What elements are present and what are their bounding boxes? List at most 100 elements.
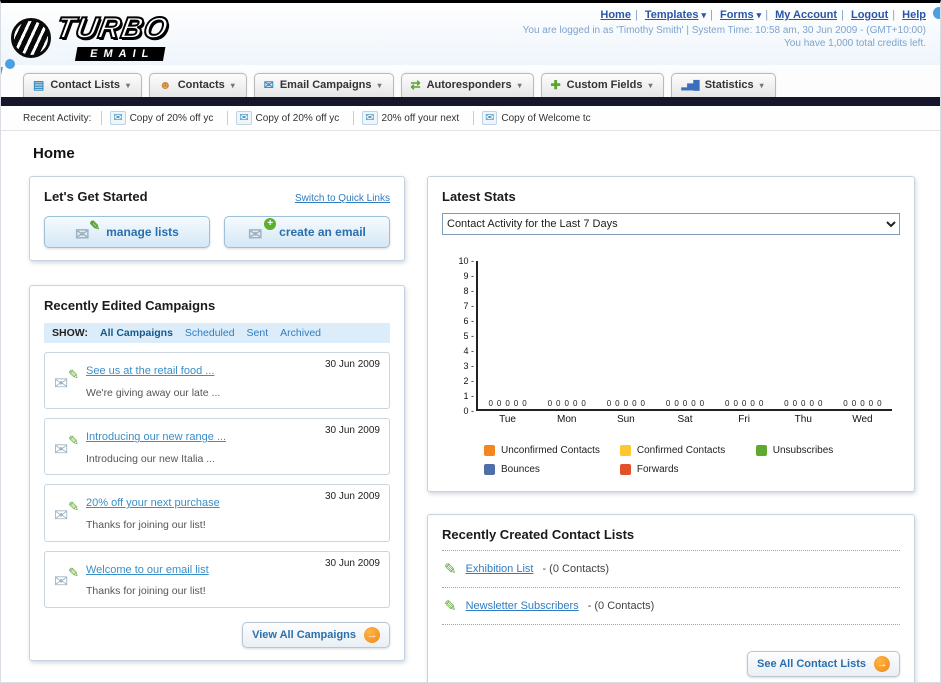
chart-bar-group: 00000 bbox=[537, 261, 596, 409]
bar-value-label: 0 bbox=[496, 399, 502, 408]
recent-activity-text: 20% off your next bbox=[381, 112, 460, 124]
bar-value-label: 0 bbox=[699, 399, 705, 408]
top-nav-home[interactable]: Home bbox=[600, 9, 631, 21]
contact-list-count: - (0 Contacts) bbox=[542, 563, 610, 575]
x-tick-label: Sat bbox=[677, 414, 693, 425]
chart-y-axis: 10 9 8 7 6 5 4 3 2 1 0 bbox=[458, 256, 469, 416]
see-all-contact-lists-label: See All Contact Lists bbox=[756, 658, 866, 670]
campaign-row[interactable]: ✉ ✎ See us at the retail food ... We're … bbox=[44, 352, 390, 410]
envelope-pencil-icon: ✉ ✎ bbox=[54, 433, 79, 458]
top-nav-my-account[interactable]: My Account bbox=[775, 9, 837, 21]
contact-list-row[interactable]: ✎ Exhibition List - (0 Contacts) bbox=[442, 551, 900, 588]
bar-value-label: 0 bbox=[581, 399, 586, 408]
pencil-icon: ✎ bbox=[444, 561, 457, 578]
bar-value-label: 0 bbox=[640, 399, 645, 408]
bar-value-label: 0 bbox=[615, 399, 620, 408]
envelope-icon: ✉ bbox=[110, 111, 126, 125]
x-tick-label: Sun bbox=[616, 414, 635, 425]
envelope-icon: ✉ bbox=[482, 111, 498, 125]
contact-lists-icon: ▤ bbox=[33, 78, 45, 92]
filter-all-campaigns[interactable]: All Campaigns bbox=[100, 327, 173, 339]
chart-bar-group: 00000 bbox=[596, 261, 655, 409]
plus-icon: + bbox=[264, 218, 277, 230]
nav-separator: | bbox=[765, 9, 769, 21]
filter-sent[interactable]: Sent bbox=[247, 327, 269, 339]
pencil-icon: ✎ bbox=[444, 598, 457, 615]
bar-value-label: 0 bbox=[488, 399, 493, 408]
create-email-button[interactable]: ✉ + create an email bbox=[224, 216, 390, 248]
stats-period-select[interactable]: Contact Activity for the Last 7 Days bbox=[442, 213, 900, 235]
campaign-date: 30 Jun 2009 bbox=[324, 425, 380, 437]
chart-plot: 00000000000000000000000000000000000 bbox=[476, 261, 892, 411]
campaign-subtitle: Thanks for joining our list! bbox=[86, 518, 206, 531]
x-tick-label: Fri bbox=[738, 414, 750, 425]
recent-activity-item[interactable]: ✉ Copy of 20% off yc bbox=[227, 111, 347, 125]
tab-autoresponders[interactable]: ⇄ Autoresponders ▾ bbox=[400, 73, 534, 97]
chart-bar-group: 00000 bbox=[478, 261, 537, 409]
nav-separator: | bbox=[634, 9, 638, 21]
top-nav-logout[interactable]: Logout bbox=[851, 9, 888, 21]
get-started-panel: Let's Get Started Switch to Quick Links … bbox=[29, 176, 405, 261]
chart-bar-group: 00000 bbox=[833, 261, 892, 409]
campaign-date: 30 Jun 2009 bbox=[324, 491, 380, 503]
campaign-row[interactable]: ✉ ✎ Introducing our new range ... Introd… bbox=[44, 418, 390, 476]
legend-swatch-icon bbox=[619, 445, 631, 456]
x-tick-label: Tue bbox=[499, 414, 516, 425]
bar-value-label: 0 bbox=[725, 399, 730, 408]
tab-contact-lists[interactable]: ▤ Contact Lists ▾ bbox=[23, 73, 143, 97]
campaign-title-link[interactable]: Welcome to our email list bbox=[86, 564, 209, 576]
bar-value-label: 0 bbox=[851, 399, 857, 408]
switch-quick-links-link[interactable]: Switch to Quick Links bbox=[295, 193, 390, 204]
tab-contacts[interactable]: ☻ Contacts ▾ bbox=[149, 73, 247, 97]
chevron-down-icon: ▾ bbox=[517, 80, 522, 90]
x-tick-label: Mon bbox=[556, 414, 577, 425]
bar-value-label: 0 bbox=[606, 399, 612, 408]
top-nav-templates[interactable]: Templates bbox=[645, 9, 699, 21]
bar-value-label: 0 bbox=[817, 399, 823, 408]
pencil-icon: ✎ bbox=[68, 432, 79, 448]
campaign-text: See us at the retail food ... We're givi… bbox=[86, 359, 220, 402]
tab-statistics[interactable]: ▂▅█ Statistics ▾ bbox=[671, 73, 776, 97]
view-all-campaigns-button[interactable]: View All Campaigns → bbox=[242, 621, 390, 648]
main-content: Home Let's Get Started Switch to Quick L… bbox=[1, 131, 940, 682]
arrow-icon: → bbox=[874, 656, 890, 672]
contact-list-link[interactable]: Newsletter Subscribers bbox=[466, 600, 579, 612]
tab-email-campaigns[interactable]: ✉ Email Campaigns ▾ bbox=[253, 73, 394, 97]
filter-archived[interactable]: Archived bbox=[280, 327, 321, 339]
autoresponders-icon: ⇄ bbox=[410, 78, 421, 92]
tab-label: Autoresponders bbox=[426, 79, 512, 91]
recent-activity-item[interactable]: ✉ Copy of 20% off yc bbox=[101, 111, 221, 125]
bar-value-label: 0 bbox=[632, 399, 637, 408]
bar-value-label: 0 bbox=[505, 399, 510, 408]
contacts-icon: ☻ bbox=[159, 78, 172, 92]
campaign-title-link[interactable]: Introducing our new range ... bbox=[86, 431, 226, 443]
bar-value-label: 0 bbox=[623, 399, 629, 408]
logo-text: TURBO EMAIL bbox=[51, 11, 172, 62]
contact-list-row[interactable]: ✎ Newsletter Subscribers - (0 Contacts) bbox=[442, 588, 900, 625]
legend-label: Confirmed Contacts bbox=[636, 445, 726, 456]
tab-label: Contact Lists bbox=[50, 79, 121, 91]
get-started-title: Let's Get Started bbox=[44, 189, 148, 204]
legend-label: Unsubscribes bbox=[772, 445, 834, 456]
campaign-title-link[interactable]: See us at the retail food ... bbox=[86, 365, 214, 377]
filter-scheduled[interactable]: Scheduled bbox=[185, 327, 235, 339]
recent-campaigns-panel: Recently Edited Campaigns SHOW: All Camp… bbox=[29, 285, 405, 661]
campaign-subtitle: Introducing our new Italia ... bbox=[86, 452, 215, 465]
decorative-dot bbox=[933, 7, 940, 19]
top-nav-help[interactable]: Help bbox=[902, 9, 926, 21]
contact-list-link[interactable]: Exhibition List bbox=[466, 563, 534, 575]
recent-activity-item[interactable]: ✉ Copy of Welcome tc bbox=[473, 111, 599, 125]
campaign-row[interactable]: ✉ ✎ 20% off your next purchase Thanks fo… bbox=[44, 484, 390, 542]
campaign-title-link[interactable]: 20% off your next purchase bbox=[86, 497, 220, 509]
pencil-icon: ✎ bbox=[68, 366, 79, 382]
contact-activity-chart: 10 9 8 7 6 5 4 3 2 1 0 000000000000000000000000000… bbox=[450, 256, 892, 475]
campaign-row[interactable]: ✉ ✎ Welcome to our email list Thanks for… bbox=[44, 550, 390, 608]
tab-custom-fields[interactable]: ✚ Custom Fields ▾ bbox=[540, 73, 665, 97]
bar-value-label: 0 bbox=[792, 399, 798, 408]
manage-lists-button[interactable]: ✉ ✎ manage lists bbox=[44, 216, 210, 248]
top-nav-forms[interactable]: Forms bbox=[720, 9, 754, 21]
bar-value-label: 0 bbox=[860, 399, 865, 408]
create-email-label: create an email bbox=[279, 225, 366, 239]
see-all-contact-lists-button[interactable]: See All Contact Lists → bbox=[746, 651, 900, 677]
recent-activity-item[interactable]: ✉ 20% off your next bbox=[353, 111, 467, 125]
